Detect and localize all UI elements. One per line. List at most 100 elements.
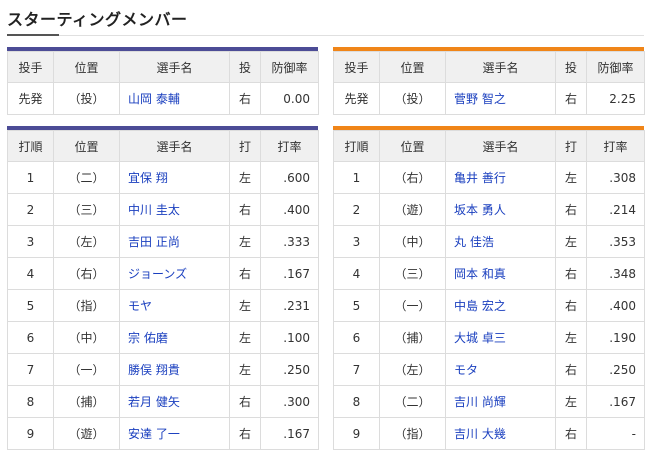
player-name-link[interactable]: 中川 圭太: [119, 193, 230, 226]
batting-average: .353: [586, 225, 645, 258]
header-row: 打順 位置 選手名 打 打率: [7, 130, 319, 162]
batting-average: .100: [260, 321, 319, 354]
table-row: 4 （三） 岡本 和真右 .348: [333, 257, 645, 290]
bats: 右: [555, 353, 587, 386]
position: （一）: [53, 353, 120, 386]
player-name-link[interactable]: 丸 佳浩: [445, 225, 556, 258]
batting-average: .214: [586, 193, 645, 226]
player-name-link[interactable]: 吉川 大幾: [445, 417, 556, 450]
left-pitcher-table: 投手 位置 選手名 投 防御率 先発 （投） 山岡 泰輔 右 0.00: [7, 51, 319, 115]
batting-order: 8: [333, 385, 380, 418]
bats: 左: [229, 289, 261, 322]
bats: 右: [229, 385, 261, 418]
bats: 左: [229, 161, 261, 194]
table-row: 9 （指） 吉川 大幾右 -: [333, 417, 645, 450]
batting-average: .348: [586, 257, 645, 290]
batting-order: 5: [7, 289, 54, 322]
header-throws: 投: [229, 51, 261, 83]
position: （三）: [379, 257, 446, 290]
batting-order: 6: [7, 321, 54, 354]
player-name-link[interactable]: 大城 卓三: [445, 321, 556, 354]
position: （中）: [53, 321, 120, 354]
left-batters-table: 打順 位置 選手名 打 打率 1 （二） 宜保 翔左 .600 2 （三） 中川 圭太右.…: [7, 130, 319, 450]
batting-order: 9: [333, 417, 380, 450]
batting-order: 1: [7, 161, 54, 194]
bats: 右: [555, 289, 587, 322]
pitcher-name-link[interactable]: 菅野 智之: [445, 82, 556, 115]
pitcher-era: 2.25: [586, 82, 645, 115]
table-row: 8 （捕） 若月 健矢右 .300: [7, 385, 319, 418]
batting-average: .400: [260, 193, 319, 226]
player-name-link[interactable]: 中島 宏之: [445, 289, 556, 322]
bats: 左: [555, 321, 587, 354]
batting-order: 3: [333, 225, 380, 258]
pitcher-position: （投）: [379, 82, 446, 115]
table-row: 6 （捕） 大城 卓三左 .190: [333, 321, 645, 354]
table-row: 1 （二） 宜保 翔左 .600: [7, 161, 319, 194]
position: （一）: [379, 289, 446, 322]
batting-order: 7: [7, 353, 54, 386]
position: （二）: [53, 161, 120, 194]
batting-order: 5: [333, 289, 380, 322]
header-player-name: 選手名: [119, 130, 230, 162]
player-name-link[interactable]: 坂本 勇人: [445, 193, 556, 226]
player-name-link[interactable]: 宗 佑磨: [119, 321, 230, 354]
batting-order: 7: [333, 353, 380, 386]
table-row: 8 （二） 吉川 尚輝左 .167: [333, 385, 645, 418]
header-batting-average: 打率: [260, 130, 319, 162]
section-title: スターティングメンバー: [7, 10, 188, 29]
player-name-link[interactable]: 吉川 尚輝: [445, 385, 556, 418]
batting-order: 3: [7, 225, 54, 258]
batting-order: 6: [333, 321, 380, 354]
player-name-link[interactable]: 若月 健矢: [119, 385, 230, 418]
table-row: 4 （右） ジョーンズ右 .167: [7, 257, 319, 290]
player-name-link[interactable]: 安達 了一: [119, 417, 230, 450]
batting-average: .167: [260, 417, 319, 450]
batting-order: 2: [7, 193, 54, 226]
title-underline: [7, 34, 59, 36]
pitcher-name-link[interactable]: 山岡 泰輔: [119, 82, 230, 115]
bats: 左: [555, 161, 587, 194]
pitcher-throws: 右: [229, 82, 261, 115]
player-name-link[interactable]: 吉田 正尚: [119, 225, 230, 258]
batting-order: 2: [333, 193, 380, 226]
batting-order: 4: [333, 257, 380, 290]
header-player-name: 選手名: [119, 51, 230, 83]
bats: 左: [229, 353, 261, 386]
player-name-link[interactable]: モヤ: [119, 289, 230, 322]
position: （右）: [379, 161, 446, 194]
bats: 左: [229, 321, 261, 354]
header-pitcher: 投手: [333, 51, 380, 83]
header-row: 投手 位置 選手名 投 防御率: [333, 51, 645, 83]
header-row: 打順 位置 選手名 打 打率: [333, 130, 645, 162]
position: （指）: [379, 417, 446, 450]
player-name-link[interactable]: モタ: [445, 353, 556, 386]
table-row: 7 （左） モタ右 .250: [333, 353, 645, 386]
table-row: 5 （指） モヤ左 .231: [7, 289, 319, 322]
table-row: 2 （三） 中川 圭太右 .400: [7, 193, 319, 226]
player-name-link[interactable]: 亀井 善行: [445, 161, 556, 194]
batting-average: .167: [586, 385, 645, 418]
header-position: 位置: [379, 51, 446, 83]
position: （捕）: [53, 385, 120, 418]
batting-average: .333: [260, 225, 319, 258]
header-player-name: 選手名: [445, 130, 556, 162]
pitcher-position: （投）: [53, 82, 120, 115]
player-name-link[interactable]: 宜保 翔: [119, 161, 230, 194]
player-name-link[interactable]: ジョーンズ: [119, 257, 230, 290]
bats: 右: [555, 417, 587, 450]
bats: 右: [229, 257, 261, 290]
bats: 右: [555, 257, 587, 290]
bats: 左: [555, 225, 587, 258]
player-name-link[interactable]: 岡本 和真: [445, 257, 556, 290]
table-row: 先発 （投） 菅野 智之 右 2.25: [333, 82, 645, 115]
bats: 右: [555, 193, 587, 226]
right-batters-table: 打順 位置 選手名 打 打率 1 （右） 亀井 善行左 .308 2 （遊） 坂本 勇人右…: [333, 130, 645, 450]
header-batting-order: 打順: [7, 130, 54, 162]
batting-average: .190: [586, 321, 645, 354]
header-bats: 打: [229, 130, 261, 162]
right-pitcher-table: 投手 位置 選手名 投 防御率 先発 （投） 菅野 智之 右 2.25: [333, 51, 645, 115]
player-name-link[interactable]: 勝俣 翔貴: [119, 353, 230, 386]
batting-average: .600: [260, 161, 319, 194]
position: （指）: [53, 289, 120, 322]
